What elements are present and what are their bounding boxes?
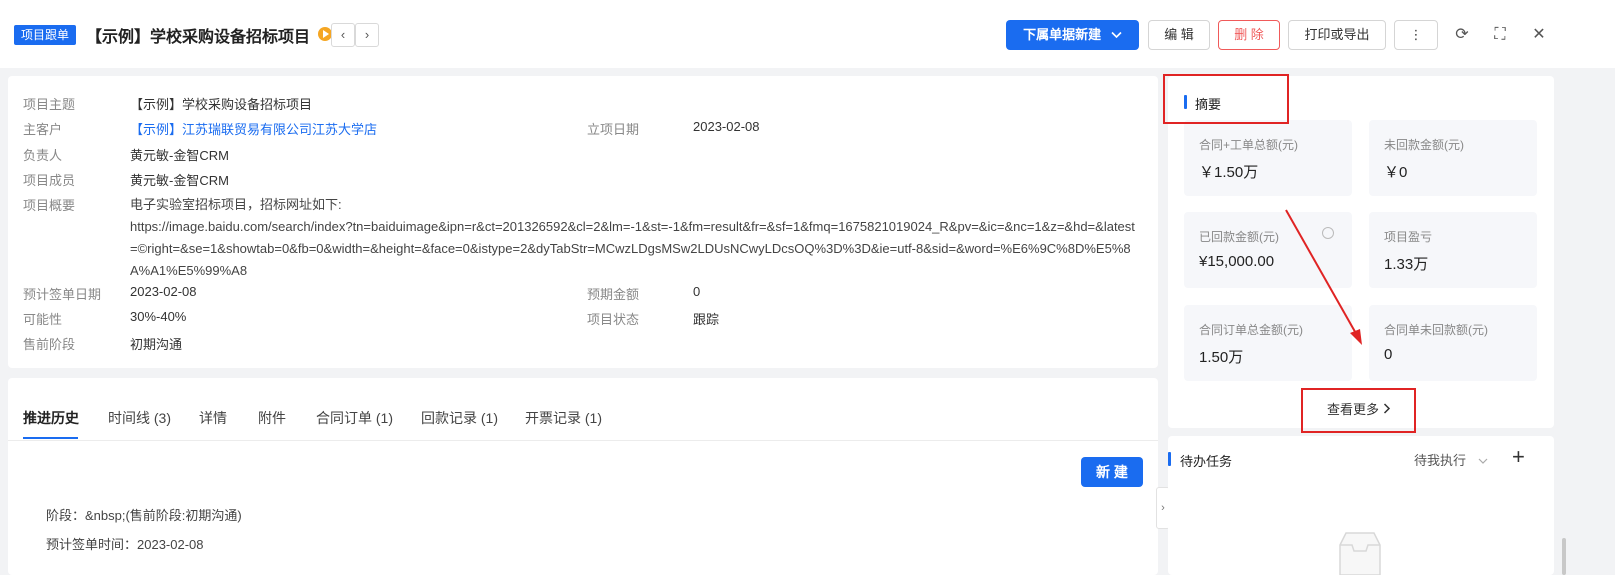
expected-amount-label: 预期金额: [587, 287, 640, 302]
close-icon[interactable]: ✕: [1528, 24, 1550, 46]
probability-label: 可能性: [23, 312, 63, 327]
status-label: 项目状态: [587, 312, 640, 327]
members-value: 黄元敏-金智CRM: [130, 173, 229, 188]
refresh-icon[interactable]: ⟳: [1451, 24, 1473, 46]
stage-label: 售前阶段: [23, 337, 76, 352]
active-tab-indicator: [23, 437, 78, 439]
tab-timeline[interactable]: 时间线 (3): [108, 408, 171, 428]
edit-button[interactable]: 编 辑: [1148, 20, 1210, 50]
tab-contract-orders[interactable]: 合同订单 (1): [316, 408, 393, 428]
play-icon[interactable]: [318, 27, 332, 41]
overview-url: https://image.baidu.com/search/index?tn=…: [130, 219, 1135, 278]
highlight-box-view-more: [1301, 388, 1416, 433]
prev-record-button[interactable]: ‹: [331, 23, 355, 47]
sub-create-button[interactable]: 下属单据新建: [1006, 20, 1139, 50]
page-title: 【示例】学校采购设备招标项目: [86, 29, 311, 46]
owner-value: 黄元敏-金智CRM: [130, 148, 229, 163]
tile-value: ￥1.50万: [1199, 164, 1259, 181]
tile-label: 项目盈亏: [1384, 230, 1433, 244]
scrollbar-track[interactable]: [1562, 68, 1566, 575]
status-value: 跟踪: [693, 312, 720, 327]
sign-date-label: 预计签单日期: [23, 287, 102, 302]
more-actions-button[interactable]: ⋮: [1394, 20, 1438, 50]
tab-payment-records[interactable]: 回款记录 (1): [421, 408, 498, 428]
summary-tile-unpaid: 未回款金额(元) ￥0: [1369, 120, 1537, 196]
stage-value: 初期沟通: [130, 337, 183, 352]
history-sign-line: 预计签单时间：2023-02-08: [46, 537, 204, 552]
tile-value: 1.33万: [1384, 256, 1429, 273]
customer-label: 主客户: [23, 122, 63, 137]
next-record-button[interactable]: ›: [355, 23, 379, 47]
start-date-value: 2023-02-08: [693, 119, 760, 134]
record-type-tag: 项目跟单: [14, 25, 77, 45]
summary-tile-order-unpaid: 合同单未回款额(元) 0: [1369, 305, 1537, 381]
tab-history[interactable]: 推进历史: [23, 408, 79, 428]
overview-label: 项目概要: [23, 198, 76, 213]
start-date-label: 立项日期: [587, 122, 640, 137]
task-filter-label: 待我执行: [1414, 453, 1467, 468]
new-history-button[interactable]: 新 建: [1081, 457, 1143, 487]
tasks-title: 待办任务: [1180, 454, 1233, 469]
print-export-button[interactable]: 打印或导出: [1288, 20, 1386, 50]
task-filter-dropdown[interactable]: 待我执行: [1414, 450, 1488, 469]
probability-value: 30%-40%: [130, 309, 187, 324]
tile-value: ¥15,000.00: [1199, 253, 1275, 270]
overview-text: 电子实验室招标项目，招标网址如下:: [130, 197, 342, 212]
tile-value: ￥0: [1384, 164, 1408, 181]
chevron-down-icon: [1111, 20, 1122, 50]
tile-value: 1.50万: [1199, 349, 1244, 366]
highlight-box-summary: [1163, 74, 1289, 124]
scrollbar-thumb[interactable]: [1562, 538, 1566, 575]
tab-attachments[interactable]: 附件: [258, 408, 286, 428]
annotation-arrow: [1285, 209, 1362, 345]
summary-tile-profit: 项目盈亏 1.33万: [1369, 212, 1537, 288]
chevron-down-icon: [1478, 453, 1488, 468]
expected-amount-value: 0: [693, 284, 701, 299]
sub-create-label: 下属单据新建: [1023, 27, 1102, 42]
add-task-button[interactable]: +: [1512, 446, 1525, 468]
empty-box-icon: [1339, 532, 1381, 575]
tab-invoice-records[interactable]: 开票记录 (1): [525, 408, 602, 428]
top-bar: 项目跟单 【示例】学校采购设备招标项目 ‹ › 下属单据新建 编 辑 删 除 打…: [0, 0, 1615, 68]
history-stage-line: 阶段：&nbsp;(售前阶段:初期沟通): [46, 508, 242, 523]
subject-value: 【示例】学校采购设备招标项目: [130, 97, 313, 112]
summary-tile-contract-total: 合同+工单总额(元) ￥1.50万: [1184, 120, 1352, 196]
subject-label: 项目主题: [23, 97, 76, 112]
tile-label: 未回款金额(元): [1384, 138, 1464, 152]
tasks-accent-bar: [1168, 452, 1171, 466]
tile-label: 已回款金额(元): [1199, 230, 1279, 244]
customer-link[interactable]: 【示例】江苏瑞联贸易有限公司江苏大学店: [130, 119, 377, 138]
fullscreen-icon[interactable]: ⛶: [1489, 24, 1511, 46]
tab-divider: [8, 440, 1158, 441]
tile-label: 合同单未回款额(元): [1384, 323, 1488, 337]
tile-value: 0: [1384, 346, 1393, 363]
members-label: 项目成员: [23, 173, 76, 188]
owner-label: 负责人: [23, 148, 63, 163]
delete-button[interactable]: 删 除: [1218, 20, 1280, 50]
overview-value: 电子实验室招标项目，招标网址如下: https://image.baidu.co…: [130, 194, 1142, 282]
sign-date-value: 2023-02-08: [130, 284, 197, 299]
tile-label: 合同+工单总额(元): [1199, 138, 1299, 152]
tab-details[interactable]: 详情: [199, 408, 227, 428]
